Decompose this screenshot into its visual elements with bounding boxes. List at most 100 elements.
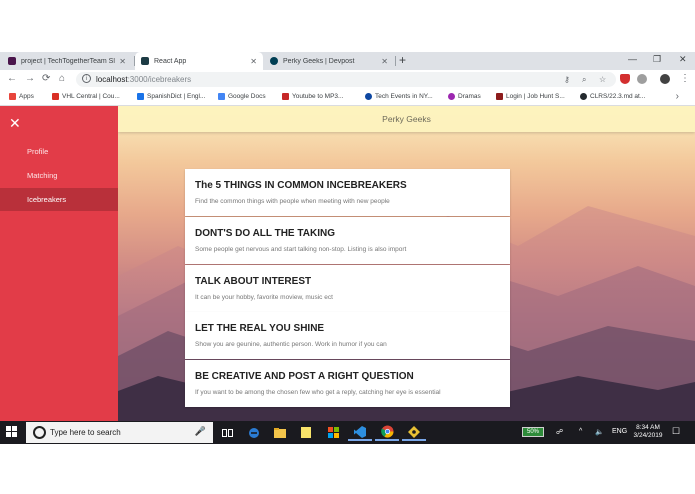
bookmark-job-hunt[interactable]: Login | Job Hunt S... — [496, 93, 565, 100]
google-docs-favicon-icon — [218, 93, 225, 100]
windows-taskbar: Type here to search 🎤 50% ☍ ^ 🔈 ENG 8:34… — [0, 421, 695, 444]
icebreaker-card[interactable]: DONT'S DO ALL THE TAKING Some people get… — [185, 217, 510, 264]
apps-grid-icon — [9, 93, 16, 100]
icebreaker-card[interactable]: The 5 THINGS IN COMMON INCEBREAKERS Find… — [185, 169, 510, 216]
tab-title: Perky Geeks | Devpost — [283, 57, 355, 65]
sidebar-close-icon[interactable]: ✕ — [9, 116, 21, 130]
app-title: Perky Geeks — [382, 114, 431, 124]
bookmark-tech-events[interactable]: Tech Events in NY... — [365, 93, 433, 100]
card-subtitle: Show you are geunine, authentic person. … — [195, 341, 387, 348]
card-title: TALK ABOUT INTEREST — [195, 276, 312, 287]
tab-title: React App — [154, 57, 187, 65]
slack-favicon-icon — [8, 57, 16, 65]
reload-button[interactable]: ⟳ — [42, 73, 50, 84]
volume-icon[interactable]: 🔈 — [595, 428, 604, 436]
sidebar-item-profile[interactable]: Profile — [0, 140, 118, 163]
react-favicon-icon — [141, 57, 149, 65]
zoom-icon[interactable]: ⌕ — [582, 75, 586, 85]
icebreaker-card[interactable]: BE CREATIVE AND POST A RIGHT QUESTION If… — [185, 360, 510, 407]
bookmark-spanishdict[interactable]: SpanishDict | Engl... — [137, 93, 205, 100]
icebreaker-card[interactable]: LET THE REAL YOU SHINE Show you are geun… — [185, 312, 510, 359]
cortana-icon — [33, 426, 46, 439]
card-title: BE CREATIVE AND POST A RIGHT QUESTION — [195, 371, 414, 382]
minimize-button[interactable]: — — [628, 54, 637, 64]
task-view-icon[interactable] — [215, 424, 239, 441]
card-subtitle: Some people get nervous and start talkin… — [195, 246, 407, 253]
app-header: Perky Geeks — [118, 106, 695, 132]
store-icon[interactable] — [321, 424, 345, 441]
bookmark-apps[interactable]: Apps — [9, 93, 34, 100]
notification-center-icon[interactable]: ☐ — [672, 426, 680, 437]
card-subtitle: If you want to be among the chosen few w… — [195, 389, 441, 396]
bookmark-star-icon[interactable]: ☆ — [599, 75, 606, 84]
browser-toolbar: ← → ⟳ ⌂ i localhost:3000/icebreakers ⚷ ⌕… — [0, 70, 695, 89]
vscode-icon[interactable] — [348, 424, 372, 441]
new-tab-button[interactable]: + — [399, 53, 406, 67]
tab-close-icon[interactable]: ✕ — [250, 57, 257, 66]
file-explorer-icon[interactable] — [268, 424, 292, 441]
site-info-icon[interactable]: i — [82, 74, 91, 83]
tech-events-favicon-icon — [365, 93, 372, 100]
card-title: The 5 THINGS IN COMMON INCEBREAKERS — [195, 180, 407, 191]
github-icon — [580, 93, 587, 100]
windows-start-icon[interactable] — [6, 426, 18, 438]
url-text: localhost:3000/icebreakers — [96, 75, 192, 84]
address-bar[interactable]: i localhost:3000/icebreakers ⚷ ⌕ ☆ — [76, 72, 616, 87]
maximize-button[interactable]: ❐ — [653, 54, 661, 65]
chrome-icon[interactable] — [375, 424, 399, 441]
icebreaker-card[interactable]: TALK ABOUT INTEREST It can be your hobby… — [185, 265, 510, 312]
browser-menu-icon[interactable]: ⋮ — [680, 73, 690, 84]
card-title: DONT'S DO ALL THE TAKING — [195, 228, 335, 239]
heart-icon — [448, 93, 455, 100]
shield-extension-icon[interactable] — [620, 74, 630, 84]
bookmark-youtube-mp3[interactable]: Youtube to MP3... — [282, 93, 343, 100]
bookmark-clrs[interactable]: CLRS/22.3.md at... — [580, 93, 645, 100]
bookmarks-bar: Apps VHL Central | Cou... SpanishDict | … — [0, 89, 695, 106]
forward-button[interactable]: → — [25, 73, 35, 84]
bookmark-dramas[interactable]: Dramas — [448, 93, 481, 100]
microphone-icon[interactable]: 🎤 — [195, 426, 206, 437]
vhl-favicon-icon — [52, 93, 59, 100]
profile-avatar[interactable] — [660, 74, 670, 84]
bookmark-vhl[interactable]: VHL Central | Cou... — [52, 93, 120, 100]
git-client-icon[interactable] — [402, 424, 426, 441]
tab-close-icon[interactable]: ✕ — [381, 57, 388, 66]
input-language[interactable]: ENG — [612, 428, 627, 435]
edge-browser-icon[interactable] — [242, 424, 266, 441]
spanishdict-favicon-icon — [137, 93, 144, 100]
app-viewport: Perky Geeks ✕ Profile Matching Icebreake… — [0, 106, 695, 421]
people-icon[interactable]: ☍ — [556, 428, 563, 436]
job-hunt-favicon-icon — [496, 93, 503, 100]
icebreaker-list: The 5 THINGS IN COMMON INCEBREAKERS Find… — [185, 169, 510, 407]
card-title: LET THE REAL YOU SHINE — [195, 323, 325, 334]
sidebar: ✕ Profile Matching Icebreakers — [0, 106, 118, 421]
taskbar-clock[interactable]: 8:34 AM 3/24/2019 — [632, 424, 664, 440]
sidebar-item-matching[interactable]: Matching — [0, 164, 118, 187]
home-button[interactable]: ⌂ — [59, 73, 65, 84]
battery-indicator[interactable]: 50% — [522, 427, 544, 437]
search-placeholder: Type here to search — [50, 428, 121, 437]
browser-tab-strip: project | TechTogetherTeam Slack ✕ React… — [0, 52, 695, 70]
sidebar-item-icebreakers[interactable]: Icebreakers — [0, 188, 118, 211]
tab-title: project | TechTogetherTeam Slack — [21, 57, 115, 65]
tab-react-app[interactable]: React App ✕ — [135, 52, 263, 70]
taskbar-search-box[interactable]: Type here to search 🎤 — [26, 422, 213, 443]
window-close-button[interactable]: ✕ — [679, 54, 687, 65]
extension-icon[interactable] — [637, 74, 647, 84]
tab-devpost[interactable]: Perky Geeks | Devpost ✕ — [264, 52, 394, 70]
clock-date: 3/24/2019 — [633, 432, 663, 439]
devpost-favicon-icon — [270, 57, 278, 65]
bookmark-google-docs[interactable]: Google Docs — [218, 93, 266, 100]
bookmarks-overflow-icon[interactable]: › — [676, 91, 679, 102]
back-button[interactable]: ← — [7, 73, 17, 84]
card-subtitle: It can be your hobby, favorite moview, m… — [195, 294, 333, 301]
card-subtitle: Find the common things with people when … — [195, 198, 390, 205]
tab-close-icon[interactable]: ✕ — [119, 57, 126, 66]
key-icon[interactable]: ⚷ — [564, 75, 570, 84]
tray-overflow-chevron-icon[interactable]: ^ — [579, 428, 582, 435]
youtube-mp3-favicon-icon — [282, 93, 289, 100]
tab-slack[interactable]: project | TechTogetherTeam Slack ✕ — [2, 52, 132, 70]
sticky-notes-icon[interactable] — [294, 424, 318, 441]
tab-separator — [395, 56, 396, 66]
clock-time: 8:34 AM — [636, 424, 660, 431]
